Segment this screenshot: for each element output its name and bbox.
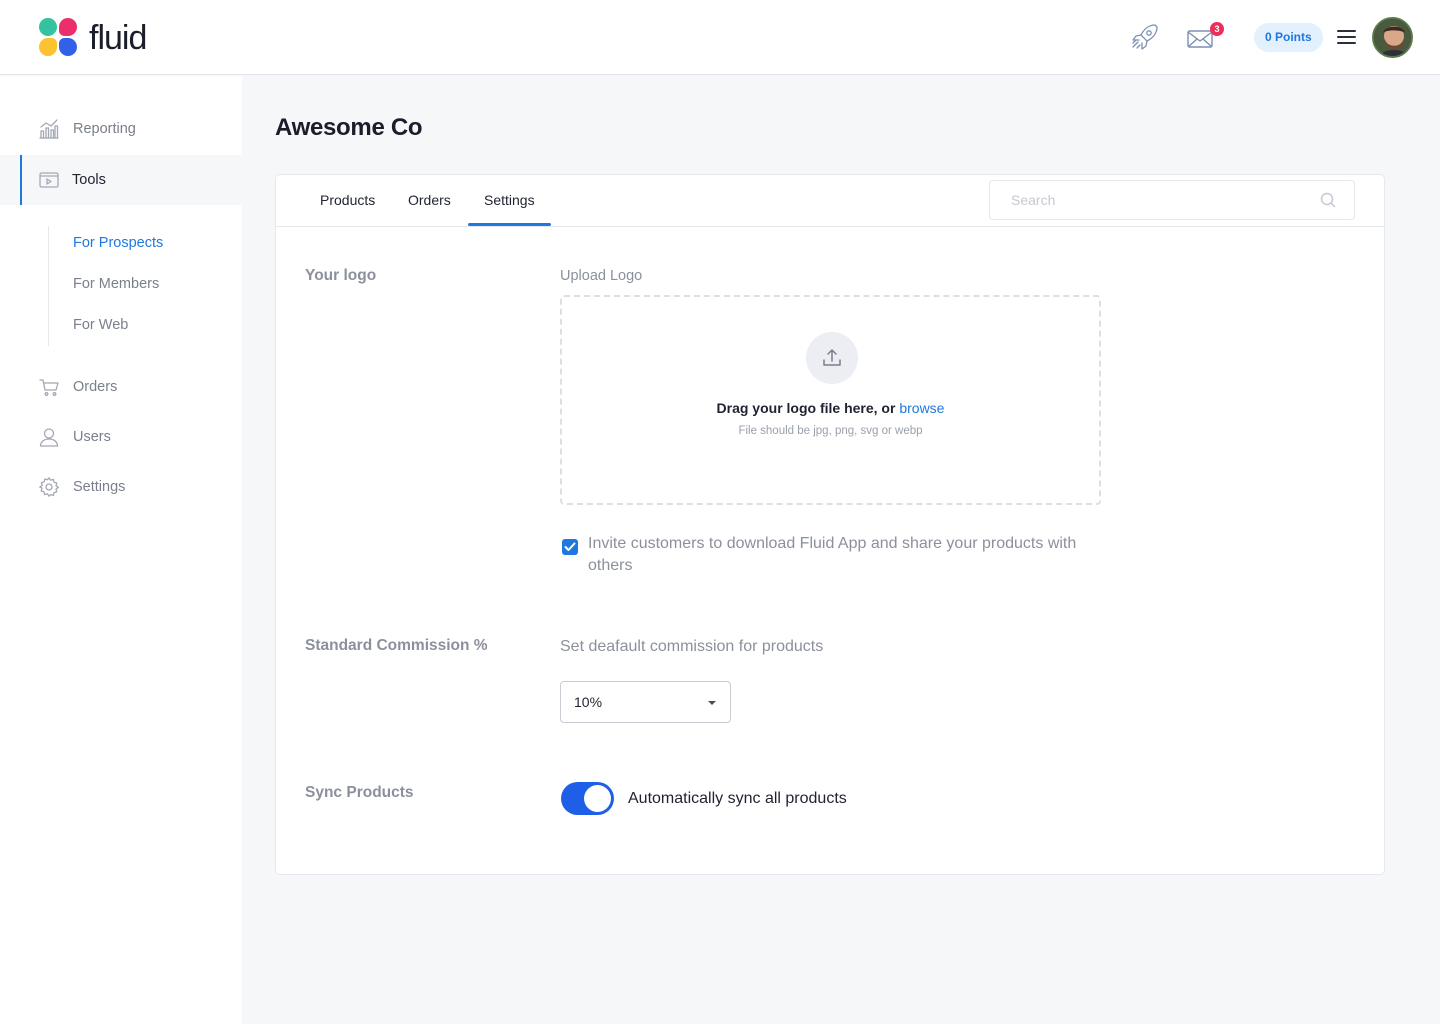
sync-products-toggle[interactable] [561,782,614,815]
tab-products[interactable]: Products [320,192,375,208]
sidebar-item-reporting[interactable]: Reporting [0,104,242,154]
sidebar-item-settings[interactable]: Settings [0,462,242,512]
commission-selected-value: 10% [574,694,603,710]
menu-icon[interactable] [1337,30,1356,45]
sync-section-label: Sync Products [305,784,414,801]
points-badge[interactable]: 0 Points [1254,23,1323,52]
sidebar-item-users[interactable]: Users [0,412,242,462]
invite-customers-checkbox[interactable] [562,539,578,555]
sidebar-subitem-for-web[interactable]: For Web [73,317,128,333]
toggle-knob [584,785,611,812]
sidebar-item-tools[interactable]: Tools [0,155,242,205]
page-title: Awesome Co [275,114,423,141]
brand-name: fluid [89,19,147,57]
invite-customers-label[interactable]: Invite customers to download Fluid App a… [588,533,1108,577]
tab-bar: Products Orders Settings [276,175,1384,227]
avatar[interactable] [1372,17,1413,58]
commission-section-label: Standard Commission % [305,637,488,654]
sidebar-subitem-for-members[interactable]: For Members [73,276,159,292]
sidebar-item-orders[interactable]: Orders [0,362,242,412]
search-input[interactable] [990,181,1310,219]
logo-mark-icon [39,18,79,58]
commission-description: Set deafault commission for products [560,638,824,655]
brand-logo[interactable]: fluid [39,18,147,58]
commission-select[interactable]: 10% [560,681,731,723]
caret-down-icon [708,701,716,705]
notification-badge: 3 [1210,22,1224,36]
gear-icon [38,476,60,498]
logo-dropzone[interactable]: Drag your logo file here, or browse File… [560,295,1101,505]
upload-logo-label: Upload Logo [560,268,643,284]
top-bar: fluid 3 0 Points [0,0,1440,75]
browse-link[interactable]: browse [899,400,944,416]
tab-orders[interactable]: Orders [408,192,451,208]
rocket-icon[interactable] [1128,20,1162,54]
tab-settings[interactable]: Settings [484,192,535,208]
search-icon[interactable] [1320,192,1336,208]
file-type-hint: File should be jpg, png, svg or webp [738,425,923,437]
active-tab-indicator [468,223,551,226]
dropzone-text: Drag your logo file here, or browse [716,400,945,416]
chart-icon [38,118,60,140]
sync-products-label: Automatically sync all products [628,790,847,807]
upload-icon[interactable] [806,332,858,384]
logo-section-label: Your logo [305,267,377,284]
submenu-divider [48,226,49,346]
tools-icon [38,169,60,191]
cart-icon [38,376,60,398]
settings-card: Products Orders Settings Your logo Uploa… [275,174,1385,875]
sidebar: Reporting Tools For Prospects For Member… [0,76,242,1024]
search-box [989,180,1355,220]
user-icon [38,426,60,448]
sidebar-subitem-for-prospects[interactable]: For Prospects [73,235,163,251]
